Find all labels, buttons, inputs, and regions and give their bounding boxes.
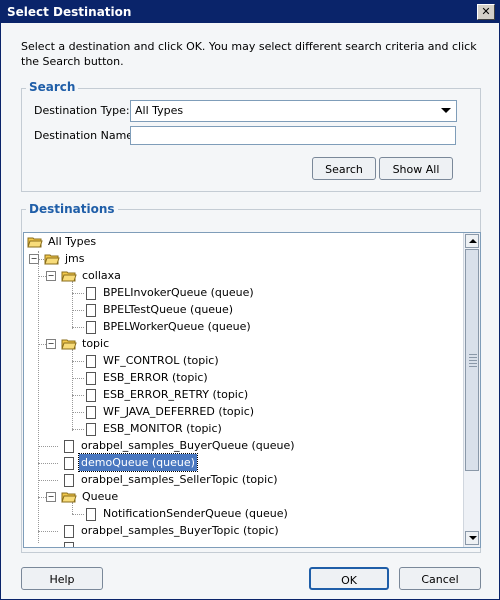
destination-type-label: Destination Type: <box>34 104 130 117</box>
arrow-up-icon <box>469 239 477 243</box>
document-icon <box>64 439 74 453</box>
tree-label: collaxa <box>82 269 121 282</box>
open-folder-icon <box>61 492 77 503</box>
open-folder-icon <box>27 237 43 248</box>
show-all-button[interactable]: Show All <box>379 157 453 180</box>
ok-button-label: OK <box>341 574 357 587</box>
tree-node-bpelworkerqueue[interactable]: BPELWorkerQueue (queue) <box>83 318 253 335</box>
document-icon <box>86 320 96 334</box>
tree-node-all-types[interactable]: All Types <box>27 233 98 250</box>
tree-label: All Types <box>48 235 97 248</box>
tree-node-wf-java-deferred[interactable]: WF_JAVA_DEFERRED (topic) <box>83 403 256 420</box>
tree-node-demo-queue[interactable]: demoQueue (queue) <box>61 453 198 472</box>
document-icon <box>86 354 96 368</box>
tree-label: topic <box>82 337 110 350</box>
help-button-label: Help <box>49 573 75 586</box>
collaxa-collapse-toggle[interactable]: − <box>46 271 56 281</box>
tree-node-jms[interactable]: jms <box>44 250 87 267</box>
tree-node-buyer-queue[interactable]: orabpel_samples_BuyerQueue (queue) <box>61 437 297 454</box>
search-button-label: Search <box>325 163 363 176</box>
tree-label: orabpel_samples_SellerTopic (topic) <box>81 473 278 486</box>
tree-label: Queue <box>82 490 119 503</box>
destinations-group-title: Destinations <box>26 202 118 216</box>
tree-node-esb-error-retry[interactable]: ESB_ERROR_RETRY (topic) <box>83 386 250 403</box>
scroll-down-button[interactable] <box>465 531 479 545</box>
tree-label: BPELTestQueue (queue) <box>103 303 234 316</box>
tree-label: jms <box>65 252 85 265</box>
document-icon <box>86 405 96 419</box>
tree-node-collaxa[interactable]: collaxa <box>61 267 123 284</box>
tree-node-buyer-topic[interactable]: orabpel_samples_BuyerTopic (topic) <box>61 522 281 539</box>
document-icon <box>64 473 74 487</box>
document-icon <box>64 456 74 470</box>
tree-label: orabpel_samples_BuyerTopic (topic) <box>81 524 279 537</box>
tree-label: orabpel_samples_BuyerQueue (queue) <box>81 439 295 452</box>
tree-label: ESB_MONITOR (topic) <box>103 422 222 435</box>
cancel-button[interactable]: Cancel <box>399 567 481 590</box>
tree-label: WF_CONTROL (topic) <box>103 354 219 367</box>
tree-scrollbar[interactable] <box>463 233 480 547</box>
search-group-title: Search <box>26 80 79 94</box>
open-folder-icon <box>61 339 77 350</box>
destination-type-dropdown[interactable]: All Types <box>130 100 457 122</box>
open-folder-icon <box>61 271 77 282</box>
topic-collapse-toggle[interactable]: − <box>46 339 56 349</box>
select-destination-dialog: Select Destination ✕ Select a destinatio… <box>0 0 500 600</box>
tree-node-partial <box>61 539 79 547</box>
search-button[interactable]: Search <box>312 157 376 180</box>
scroll-up-button[interactable] <box>465 234 479 248</box>
tree-node-queue[interactable]: Queue <box>61 488 120 505</box>
tree-label-selected: demoQueue (queue) <box>78 453 198 472</box>
tree-node-wf-control[interactable]: WF_CONTROL (topic) <box>83 352 221 369</box>
tree-label: NotificationSenderQueue (queue) <box>103 507 288 520</box>
tree-node-seller-topic[interactable]: orabpel_samples_SellerTopic (topic) <box>61 471 280 488</box>
tree-label: BPELWorkerQueue (queue) <box>103 320 251 333</box>
document-icon <box>64 524 74 538</box>
document-icon <box>86 422 96 436</box>
tree-node-notification-sender-queue[interactable]: NotificationSenderQueue (queue) <box>83 505 290 522</box>
document-icon <box>86 507 96 521</box>
tree-label: ESB_ERROR_RETRY (topic) <box>103 388 249 401</box>
document-icon <box>86 371 96 385</box>
grip-icon <box>469 354 477 368</box>
tree-node-topic[interactable]: topic <box>61 335 111 352</box>
tree-label: BPELInvokerQueue (queue) <box>103 286 254 299</box>
destination-name-input[interactable] <box>130 126 456 145</box>
destination-type-value: All Types <box>135 104 184 117</box>
document-icon <box>86 303 96 317</box>
scroll-thumb[interactable] <box>465 249 479 471</box>
window-title: Select Destination <box>7 5 132 19</box>
open-folder-icon <box>44 254 60 265</box>
cancel-button-label: Cancel <box>421 573 459 586</box>
destination-name-label: Destination Name: <box>34 129 137 142</box>
title-bar: Select Destination ✕ <box>1 1 499 23</box>
destination-tree[interactable]: − − − − All Types jms collaxa BPELInvoke… <box>23 232 481 548</box>
document-icon <box>86 286 96 300</box>
show-all-button-label: Show All <box>392 163 440 176</box>
tree-label: WF_JAVA_DEFERRED (topic) <box>103 405 255 418</box>
help-button[interactable]: Help <box>21 567 103 590</box>
tree-label: ESB_ERROR (topic) <box>103 371 208 384</box>
dropdown-arrow-icon <box>441 108 451 113</box>
tree-node-bpeltestqueue[interactable]: BPELTestQueue (queue) <box>83 301 235 318</box>
tree-node-esb-monitor[interactable]: ESB_MONITOR (topic) <box>83 420 224 437</box>
ok-button[interactable]: OK <box>309 567 389 590</box>
tree-node-bpelinvokerqueue[interactable]: BPELInvokerQueue (queue) <box>83 284 256 301</box>
close-button[interactable]: ✕ <box>477 4 495 20</box>
instructions-text: Select a destination and click OK. You m… <box>21 40 477 68</box>
document-icon <box>64 541 74 547</box>
document-icon <box>86 388 96 402</box>
tree-node-esb-error[interactable]: ESB_ERROR (topic) <box>83 369 210 386</box>
arrow-down-icon <box>469 536 477 540</box>
queue-collapse-toggle[interactable]: − <box>46 492 56 502</box>
